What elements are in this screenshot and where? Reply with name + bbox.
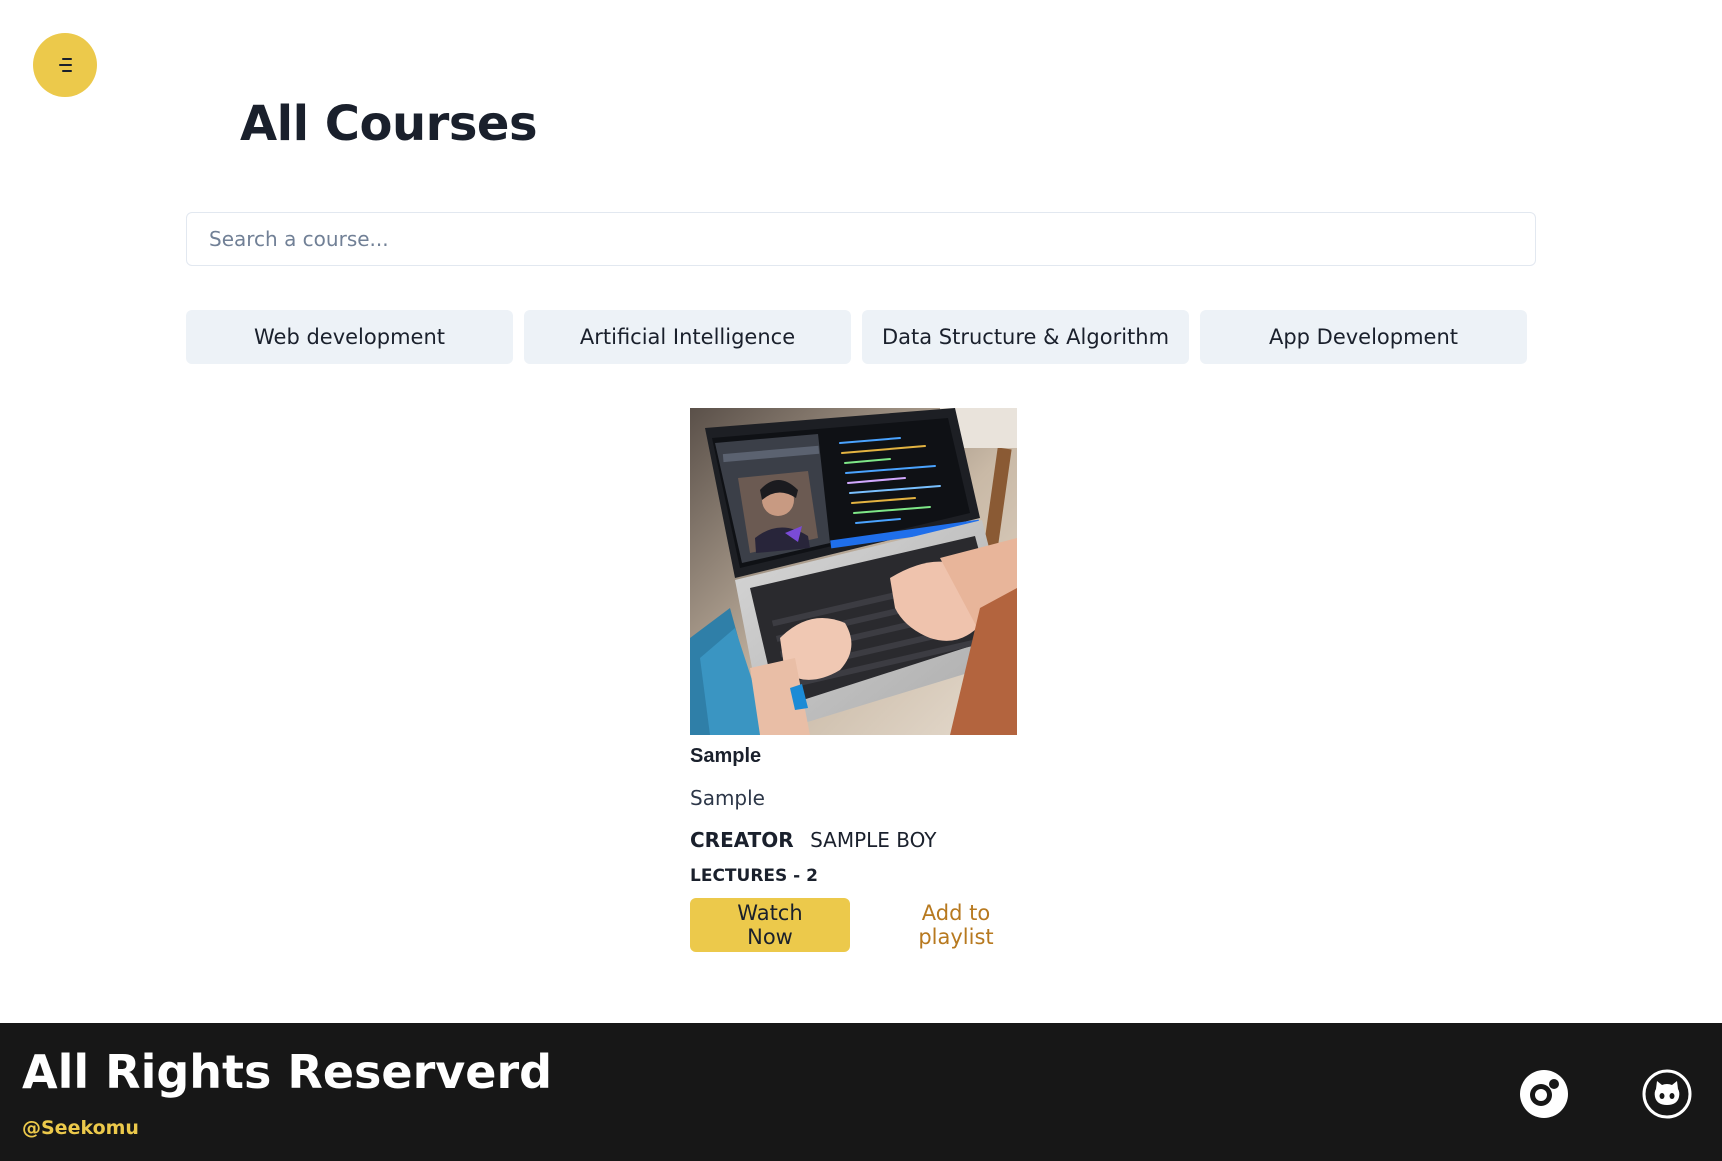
category-artificial-intelligence[interactable]: Artificial Intelligence [524,310,851,364]
search-input[interactable] [186,212,1536,266]
menu-button[interactable] [33,33,97,97]
category-data-structure-algorithm[interactable]: Data Structure & Algorithm [862,310,1189,364]
github-link[interactable] [1642,1069,1692,1119]
page-title: All Courses [240,96,538,152]
course-thumbnail [690,408,1017,735]
creator-label: CREATOR [690,828,794,852]
watch-now-button[interactable]: Watch Now [690,898,850,952]
category-filters: Web development Artificial Intelligence … [186,310,1527,364]
courses-page: All Courses Web development Artificial I… [0,0,1722,1161]
footer: All Rights Reserverd @Seekomu [0,1023,1722,1161]
course-title: Sample [690,745,762,767]
course-creator: CREATOR SAMPLE BOY [690,828,1030,852]
course-card: Sample Sample CREATOR SAMPLE BOY LECTURE… [690,408,1030,952]
course-actions: Watch Now Add to playlist [690,898,1030,952]
footer-handle: @Seekomu [22,1117,139,1139]
add-to-playlist-button[interactable]: Add to playlist [882,901,1030,949]
github-icon [1642,1069,1692,1119]
course-description: Sample [690,786,765,810]
dribbble-icon [1520,1070,1568,1118]
category-app-development[interactable]: App Development [1200,310,1527,364]
dribbble-link[interactable] [1519,1069,1569,1119]
lectures-count: LECTURES - 2 [690,866,818,886]
category-web-development[interactable]: Web development [186,310,513,364]
creator-name: SAMPLE BOY [810,828,937,852]
footer-title: All Rights Reserverd [22,1045,553,1099]
hamburger-menu-icon [58,58,72,72]
